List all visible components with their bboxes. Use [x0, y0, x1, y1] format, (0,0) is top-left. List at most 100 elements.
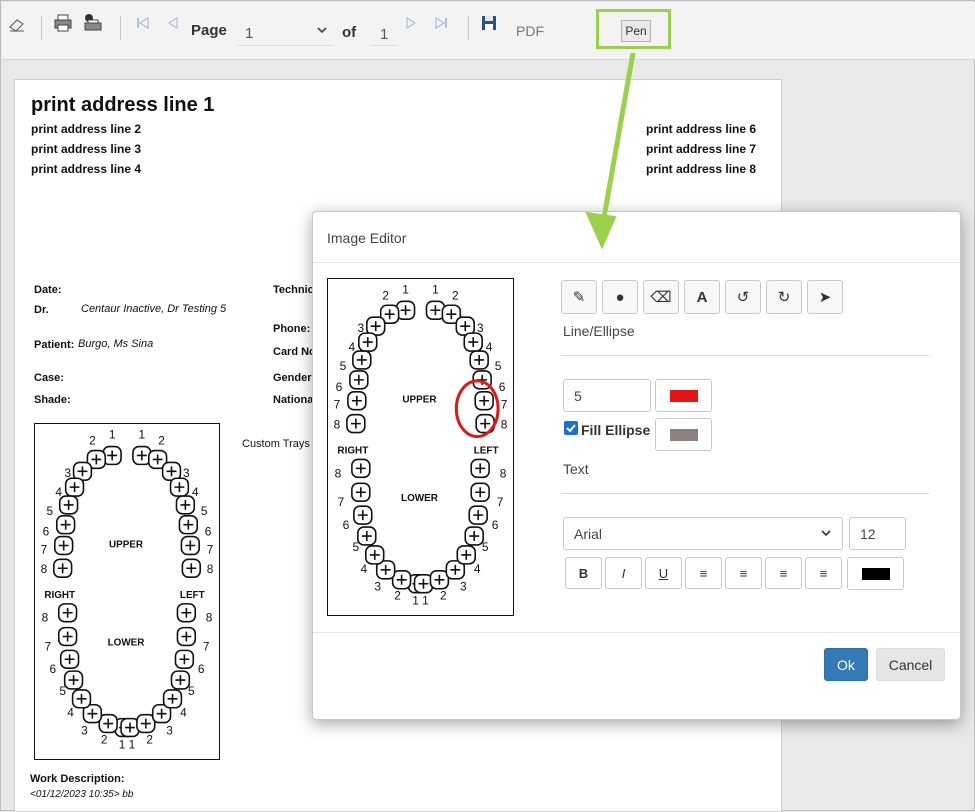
font-size-input[interactable]: 12 — [849, 517, 906, 550]
pencil-icon[interactable]: ✎ — [561, 280, 597, 314]
work-description-value: <01/12/2023 10:35> bb — [30, 789, 134, 800]
first-page-icon[interactable] — [133, 13, 153, 33]
tooth-number-upper-left-5: 5 — [495, 359, 502, 373]
previous-page-icon[interactable] — [163, 13, 183, 33]
dialog-header-divider — [313, 262, 960, 263]
page-select[interactable]: 1 — [238, 18, 334, 46]
undo-icon[interactable]: ↺ — [725, 280, 761, 314]
circle-icon[interactable]: ● — [602, 280, 638, 314]
report-viewer-toolbar: Page 1 of 1 PDF Pen — [2, 2, 975, 60]
tooth-number-lower-right-3: 3 — [81, 723, 88, 737]
tooth-number-upper-right-6: 6 — [336, 380, 343, 394]
eraser-icon[interactable]: ⌫ — [643, 280, 679, 314]
line-ellipse-divider — [561, 355, 929, 356]
tooth-number-lower-right-4: 4 — [67, 706, 74, 720]
tooth-number-lower-left-7: 7 — [203, 639, 210, 653]
phone-label: Phone: — [273, 323, 311, 335]
tooth-number-upper-right-1: 1 — [402, 282, 409, 296]
fill-ellipse-label: Fill Ellipse — [581, 422, 651, 438]
pointer-icon[interactable]: ➤ — [807, 280, 843, 314]
tooth-number-lower-left-3: 3 — [166, 723, 173, 737]
tooth-number-lower-left-8: 8 — [500, 466, 507, 480]
export-format-select[interactable]: PDF — [507, 18, 591, 46]
tooth-number-lower-left-6: 6 — [198, 662, 205, 676]
tooth-number-upper-left-4: 4 — [192, 485, 199, 499]
line-color-picker[interactable] — [655, 379, 712, 412]
tooth-number-upper-right-6: 6 — [43, 525, 50, 539]
line-color-swatch — [669, 389, 698, 402]
tooth-number-lower-right-8: 8 — [42, 611, 49, 625]
export-format-value: PDF — [516, 23, 544, 39]
right-label: RIGHT — [44, 590, 75, 601]
tooth-number-upper-right-7: 7 — [41, 542, 48, 556]
of-label: of — [342, 24, 357, 41]
line-ellipse-label: Line/Ellipse — [563, 323, 635, 339]
case-number-label: Card No — [273, 346, 316, 358]
dialog-footer-divider — [313, 632, 960, 633]
lower-label: LOWER — [108, 637, 145, 648]
last-page-icon[interactable] — [431, 13, 451, 33]
toolbar-divider — [41, 16, 42, 40]
align-center-button[interactable]: ≡ — [765, 557, 802, 589]
text-section-label: Text — [563, 461, 589, 477]
tooth-number-lower-right-8: 8 — [335, 466, 342, 480]
address-line-4: print address line 4 — [31, 162, 142, 176]
tooth-number-upper-left-8: 8 — [501, 418, 508, 432]
toolbar-divider — [468, 16, 469, 40]
italic-button[interactable]: I — [605, 557, 642, 589]
work-description-label: Work Description: — [30, 773, 125, 785]
justify-button[interactable]: ≡ — [805, 557, 842, 589]
tooth-number-upper-left-2: 2 — [452, 288, 459, 302]
align-right-button[interactable]: ≡ — [725, 557, 762, 589]
underline-button[interactable]: U — [645, 557, 682, 589]
tooth-number-lower-left-5: 5 — [482, 540, 489, 554]
tooth-number-lower-left-4: 4 — [474, 562, 481, 576]
align-left-button[interactable]: ≡ — [685, 557, 722, 589]
next-page-icon[interactable] — [401, 13, 421, 33]
text-icon[interactable]: A — [684, 280, 720, 314]
redo-icon[interactable]: ↻ — [766, 280, 802, 314]
print-icon[interactable] — [53, 13, 73, 33]
image-editor-dialog: Image Editor 111122223333444455556666777… — [312, 211, 961, 720]
print-settings-icon[interactable] — [83, 13, 103, 33]
tooth-number-lower-right-6: 6 — [343, 518, 350, 532]
line-width-input[interactable]: 5 — [563, 379, 651, 412]
tooth-number-upper-left-6: 6 — [205, 525, 212, 539]
eraser-icon[interactable] — [7, 15, 27, 35]
tooth-number-lower-left-5: 5 — [188, 684, 195, 698]
tooth-number-lower-right-2: 2 — [394, 589, 401, 603]
tooth-number-upper-right-7: 7 — [334, 398, 341, 412]
tooth-number-upper-left-2: 2 — [158, 434, 165, 448]
save-icon[interactable] — [479, 13, 499, 33]
tooth-number-lower-right-7: 7 — [338, 495, 345, 509]
left-label: LEFT — [474, 445, 499, 456]
tooth-number-upper-right-2: 2 — [89, 434, 96, 448]
tooth-number-lower-right-2: 2 — [101, 732, 108, 746]
tooth-number-lower-right-1: 1 — [119, 737, 126, 751]
tooth-number-lower-right-6: 6 — [50, 662, 57, 676]
tooth-chart: 1 1 1 1 2 2 2 2 3 3 3 3 4 4 4 4 5 5 5 5 6 6 6 6 7 7 7 7 8 8 8 8 UPPER LOW… — [34, 423, 220, 760]
text-section-divider — [561, 493, 929, 494]
chevron-down-icon — [316, 23, 328, 39]
fill-color-picker[interactable] — [655, 418, 712, 451]
tooth-number-upper-right-5: 5 — [340, 359, 347, 373]
tooth-number-upper-right-1: 1 — [109, 428, 116, 442]
date-label: Date: — [34, 284, 62, 296]
address-line-2: print address line 2 — [31, 122, 142, 136]
font-family-select[interactable]: Arial — [563, 517, 843, 550]
tooth-number-upper-left-7: 7 — [207, 542, 214, 556]
dr-label: Dr. — [34, 304, 49, 316]
technician-label: Technic — [273, 284, 314, 296]
text-color-picker[interactable] — [847, 557, 904, 590]
fill-ellipse-checkbox[interactable] — [564, 421, 578, 435]
ok-button[interactable]: Ok — [824, 648, 868, 681]
tooth-number-lower-left-1: 1 — [129, 737, 136, 751]
tooth-number-upper-left-5: 5 — [201, 504, 208, 518]
editor-canvas[interactable]: 1 1 1 1 2 2 2 2 3 3 3 3 4 4 4 4 5 5 5 5 6 6 6 6 7 7 7 7 8 8 8 8 UPPER LOW… — [327, 278, 514, 616]
gender-label: Gender — [273, 372, 312, 384]
tooth-number-lower-right-4: 4 — [360, 562, 367, 576]
tooth-number-lower-right-1: 1 — [412, 594, 419, 608]
tooth-number-lower-left-6: 6 — [492, 518, 499, 532]
bold-button[interactable]: B — [565, 557, 602, 589]
cancel-button[interactable]: Cancel — [876, 648, 945, 681]
